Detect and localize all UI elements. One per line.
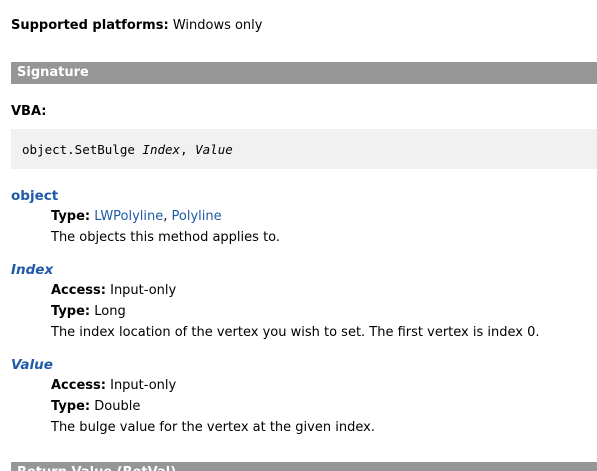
- param-index-description: The index location of the vertex you wis…: [51, 325, 540, 340]
- vba-label: VBA:: [11, 104, 47, 119]
- supported-platforms: Supported platforms: Windows only: [11, 18, 262, 34]
- param-value-type-value: Double: [94, 399, 141, 414]
- param-value-description: The bulge value for the vertex at the gi…: [51, 420, 375, 435]
- param-value-type: Type: Double: [51, 399, 140, 415]
- param-object-type-label: Type:: [51, 209, 91, 224]
- param-index-access-label: Access:: [51, 283, 106, 298]
- param-index-type-label: Type:: [51, 304, 91, 319]
- param-value-name: Value: [11, 357, 53, 373]
- param-index-access-value: Input-only: [110, 283, 177, 298]
- code-signature: object.SetBulge Index, Value: [22, 142, 233, 157]
- code-arg-value: Value: [195, 142, 233, 157]
- param-value-access-label: Access:: [51, 378, 106, 393]
- param-value-access-value: Input-only: [110, 378, 177, 393]
- param-value-type-label: Type:: [51, 399, 91, 414]
- param-index-name: Index: [11, 262, 54, 278]
- param-index-type-value: Long: [94, 304, 126, 319]
- polyline-link[interactable]: Polyline: [172, 209, 222, 224]
- param-index-type: Type: Long: [51, 304, 126, 320]
- code-block: object.SetBulge Index, Value: [11, 129, 597, 169]
- code-arg-index: Index: [142, 142, 181, 157]
- supported-platforms-label: Supported platforms:: [11, 18, 169, 33]
- param-object-name: object: [11, 188, 59, 204]
- param-object-description: The objects this method applies to.: [51, 230, 281, 245]
- param-object-type: Type: LWPolyline, Polyline: [51, 209, 222, 225]
- signature-section-header: Signature: [11, 62, 597, 84]
- code-separator: ,: [180, 142, 196, 157]
- param-value-access: Access: Input-only: [51, 378, 176, 394]
- return-value-section-header: Return Value (RetVal): [11, 462, 597, 471]
- supported-platforms-value: Windows only: [172, 18, 263, 33]
- lwpolyline-link[interactable]: LWPolyline: [94, 209, 163, 224]
- type-separator: ,: [163, 209, 172, 224]
- param-index-access: Access: Input-only: [51, 283, 176, 299]
- code-prefix: object.SetBulge: [22, 142, 143, 157]
